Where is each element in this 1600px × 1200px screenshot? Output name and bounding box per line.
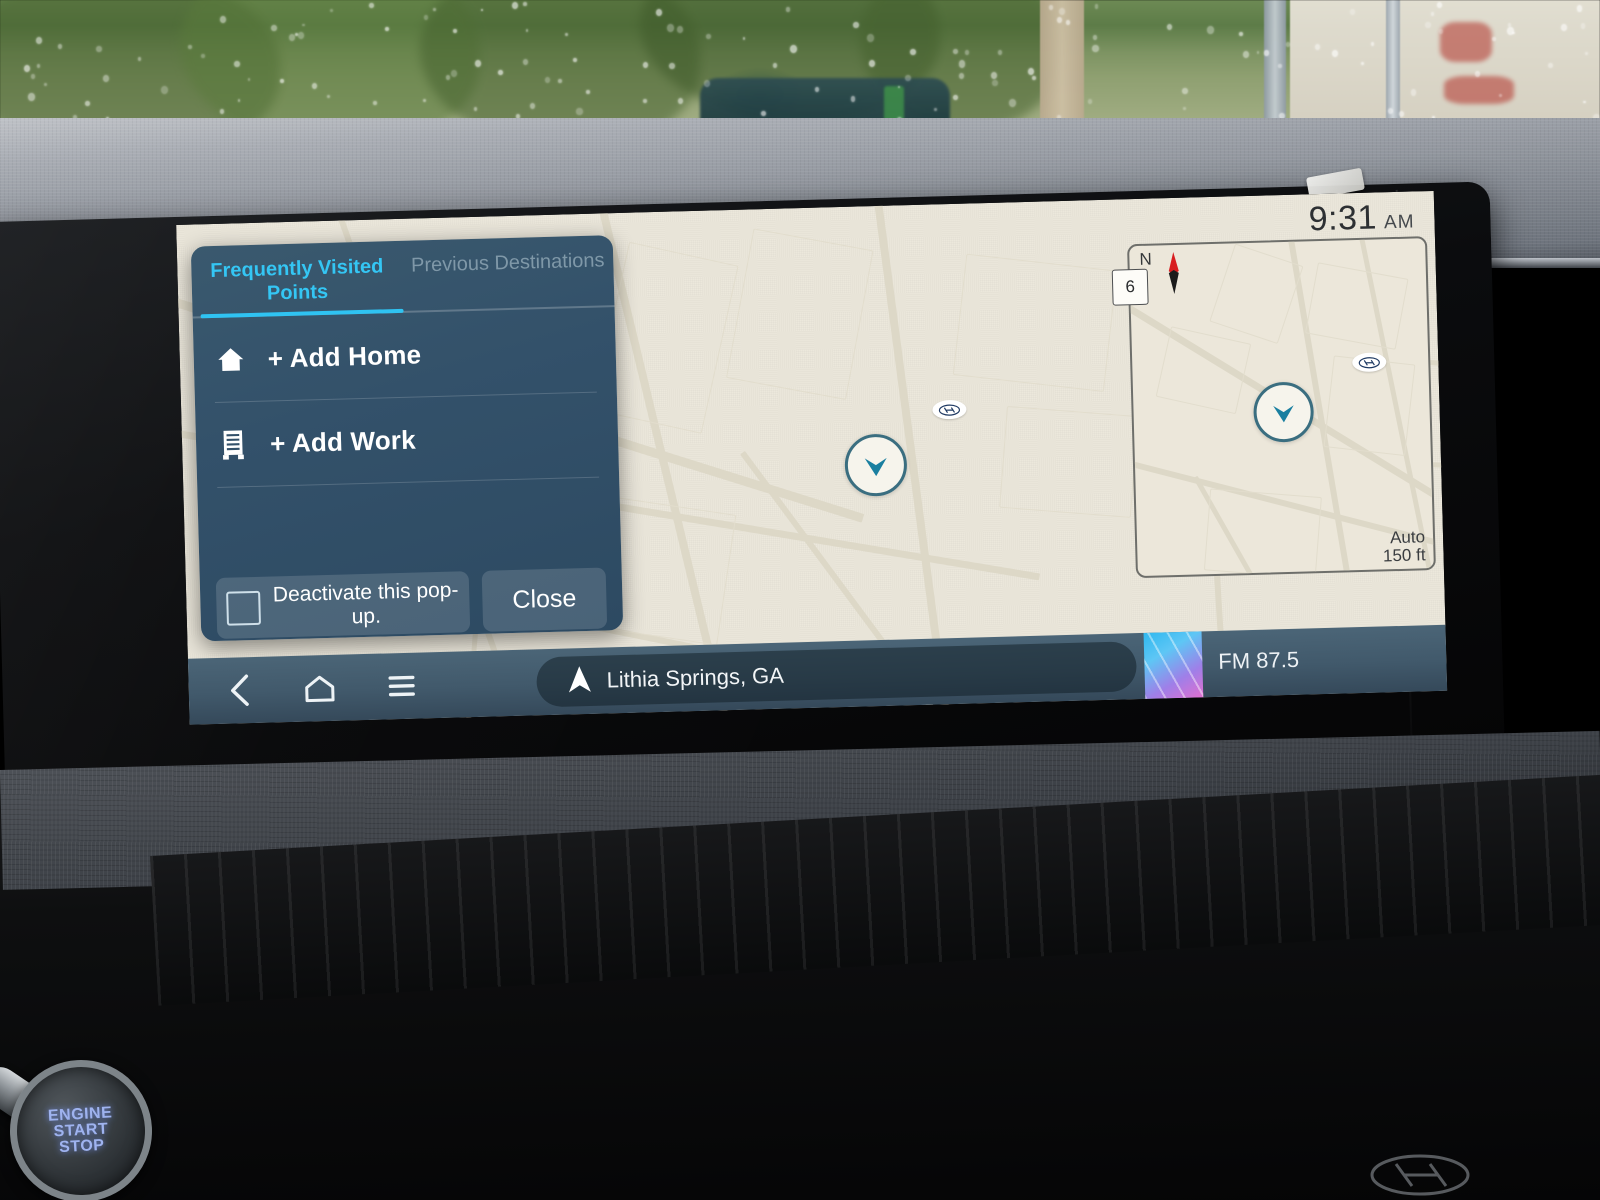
map-scale-indicator: Auto 150 ft <box>1382 529 1425 566</box>
compass-needle-icon <box>1165 251 1182 295</box>
media-source-label[interactable]: FM 87.5 <box>1218 647 1299 675</box>
nav-icon-group <box>188 669 417 709</box>
deactivate-popup-button[interactable]: Deactivate this pop-up. <box>216 571 471 639</box>
start-button-line3: STOP <box>59 1138 105 1157</box>
popup-footer: Deactivate this pop-up. Close <box>200 567 624 641</box>
row-add-work[interactable]: + Add Work <box>215 393 599 488</box>
row-add-home-label: + Add Home <box>267 339 421 374</box>
popup-empty-space <box>217 478 601 578</box>
frequently-visited-popup[interactable]: Frequently Visited Points Previous Desti… <box>191 235 624 641</box>
menu-icon[interactable] <box>386 674 417 699</box>
current-location-label: Lithia Springs, GA <box>606 663 784 694</box>
map-scale-distance: 150 ft <box>1383 546 1426 565</box>
row-add-home[interactable]: + Add Home <box>213 308 597 403</box>
work-building-icon <box>216 429 251 460</box>
home-icon <box>213 344 248 375</box>
album-art-thumbnail[interactable] <box>1144 631 1204 699</box>
map-inset-panel[interactable]: N Auto 150 ft <box>1127 236 1436 578</box>
popup-tabs[interactable]: Frequently Visited Points Previous Desti… <box>191 235 615 319</box>
center-console <box>0 770 1600 1200</box>
inset-vehicle-position-marker <box>1253 381 1315 443</box>
hyundai-emblem <box>1368 1154 1472 1196</box>
back-icon[interactable] <box>226 673 253 708</box>
compass-north-label: N <box>1139 250 1152 270</box>
clock-meridiem: AM <box>1384 211 1415 234</box>
tab-frequently-visited-points[interactable]: Frequently Visited Points <box>191 251 404 319</box>
clock-time: 9:31 <box>1308 198 1377 239</box>
navigation-arrow-icon <box>566 663 593 699</box>
infotainment-screen[interactable]: 9:31 AM N Auto 150 ft 6 Frequently Visit… <box>176 191 1447 725</box>
dashboard-photo-scene: (function(){ var host=document.currentSc… <box>0 0 1600 1200</box>
route-shield-number: 6 <box>1125 277 1135 297</box>
clock: 9:31 AM <box>1308 197 1415 239</box>
deactivate-checkbox[interactable] <box>226 591 261 626</box>
row-add-work-label: + Add Work <box>270 424 417 459</box>
popup-row-list: + Add Home + Add Work <box>193 307 622 578</box>
tab-previous-destinations[interactable]: Previous Destinations <box>402 245 615 313</box>
deactivate-popup-label: Deactivate this pop-up. <box>272 579 460 631</box>
infotainment-display-bezel: 9:31 AM N Auto 150 ft 6 Frequently Visit… <box>0 181 1505 791</box>
route-shield-icon: 6 <box>1112 269 1149 306</box>
home-icon[interactable] <box>302 674 337 703</box>
current-location-pill[interactable]: Lithia Springs, GA <box>536 641 1137 707</box>
close-button[interactable]: Close <box>482 568 608 632</box>
